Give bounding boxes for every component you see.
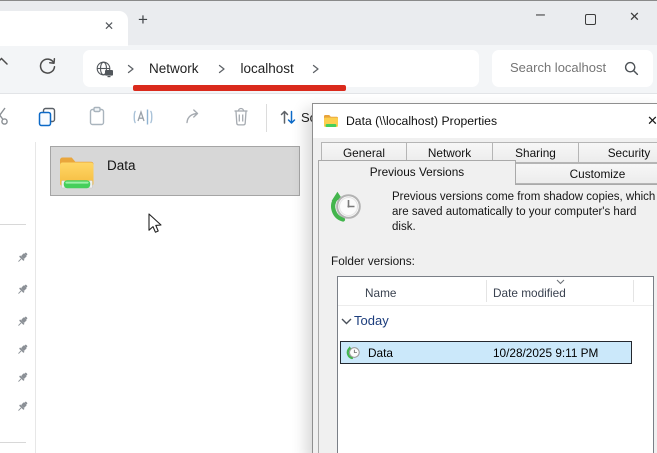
dialog-close-icon[interactable]: ✕ [647,113,657,129]
folder-versions-label: Folder versions: [331,254,415,268]
nav-separator [0,442,26,443]
chevron-right-icon[interactable] [127,64,135,74]
column-header-date-modified[interactable]: Date modified [493,286,566,300]
folder-tile-label: Data [107,158,136,173]
shared-folder-icon [323,113,339,129]
dialog-title: Data (\\localhost) Properties [346,114,497,128]
tab-close-icon[interactable]: ✕ [104,19,114,33]
breadcrumb: Network localhost [83,50,479,87]
breadcrumb-item-network[interactable]: Network [149,61,199,76]
cut-icon[interactable] [0,105,11,127]
column-divider[interactable] [633,280,634,302]
chevron-right-icon[interactable] [218,64,226,74]
shared-folder-icon [57,151,97,193]
column-divider[interactable] [486,280,487,302]
red-underline-annotation [133,85,346,91]
pin-icon[interactable] [16,400,29,413]
rename-icon[interactable] [131,106,155,128]
search-icon[interactable] [624,61,639,76]
previous-versions-description: Previous versions come from shadow copie… [392,190,657,235]
dialog-title-bar: Data (\\localhost) Properties ✕ [313,104,657,138]
folder-versions-list: Name Date modified Today Data 10/28/2025… [337,276,654,453]
tab-customize[interactable]: Customize [515,163,657,184]
previous-versions-icon [329,189,364,224]
pin-icon[interactable] [16,251,29,264]
tab-previous-versions[interactable]: Previous Versions [318,160,516,185]
mouse-cursor [144,212,164,234]
chevron-right-icon[interactable] [312,64,320,74]
new-tab-button[interactable]: + [138,10,148,30]
refresh-icon[interactable] [38,56,57,75]
network-globe-icon [95,60,114,78]
nav-pane-divider [35,142,36,453]
copy-icon[interactable] [36,106,58,128]
previous-version-item-icon [346,345,361,360]
search-input[interactable] [508,59,622,76]
breadcrumb-item-localhost[interactable]: localhost [241,61,294,76]
version-row-data[interactable]: Data 10/28/2025 9:11 PM [340,341,632,364]
version-name: Data [368,346,393,360]
up-arrow-icon[interactable] [0,54,8,68]
search-box[interactable] [492,50,653,87]
close-button[interactable]: ✕ [629,9,640,25]
sort-icon[interactable] [277,106,299,128]
pin-icon[interactable] [16,371,29,384]
pin-icon[interactable] [16,315,29,328]
group-label-today[interactable]: Today [354,313,389,328]
folder-tile-data[interactable]: Data [50,146,300,196]
paste-icon[interactable] [86,105,108,127]
maximize-button[interactable] [585,14,596,25]
header-divider [338,305,653,306]
group-collapse-chevron-icon[interactable] [341,318,352,325]
explorer-window: ✕ + – ✕ Network localhost [0,0,657,453]
minimize-button[interactable]: – [536,6,545,24]
properties-dialog: Data (\\localhost) Properties ✕ General … [312,103,657,453]
toolbar-divider [266,104,267,132]
tab-security[interactable]: Security [578,142,657,163]
share-icon[interactable] [183,105,205,127]
explorer-tab[interactable]: ✕ [0,11,128,46]
sort-chevron-icon [556,279,565,285]
version-date-modified: 10/28/2025 9:11 PM [493,346,598,360]
delete-icon[interactable] [230,105,252,127]
nav-separator [0,224,26,225]
column-header-name[interactable]: Name [365,286,396,300]
pin-icon[interactable] [16,343,29,356]
pin-icon[interactable] [16,283,29,296]
